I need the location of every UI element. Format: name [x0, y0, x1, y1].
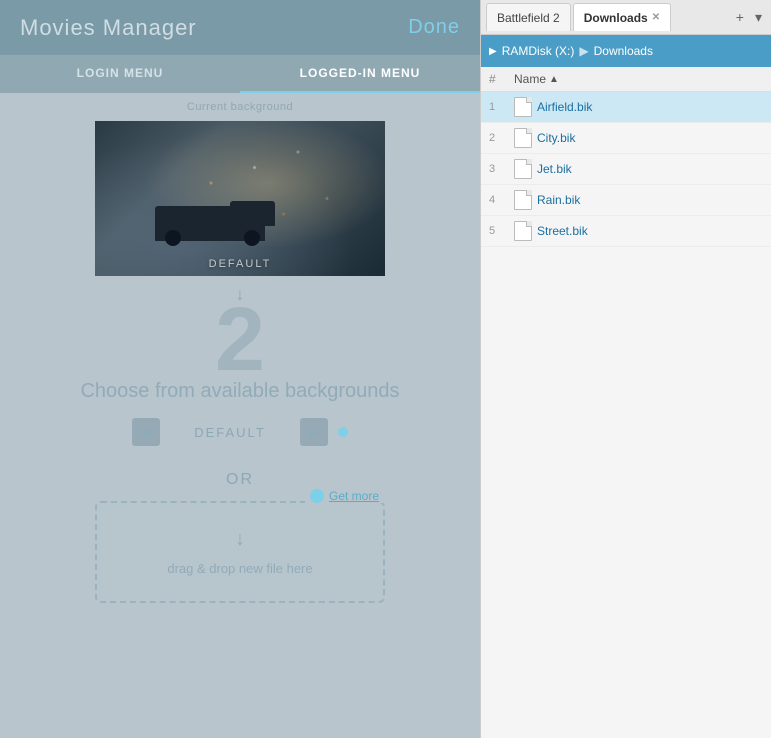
or-divider: OR: [0, 466, 480, 501]
tab-downloads[interactable]: Downloads ✕: [573, 3, 671, 31]
tab-downloads-label: Downloads: [584, 11, 648, 25]
new-tab-button[interactable]: +: [732, 7, 748, 27]
file-row-num: 5: [489, 225, 514, 237]
tab-login-menu[interactable]: LOGIN MENU: [0, 55, 240, 93]
file-list-item[interactable]: 1 Airfield.bik: [481, 92, 771, 123]
file-list-item[interactable]: 4 Rain.bik: [481, 185, 771, 216]
preview-label: DEFAULT: [209, 258, 272, 276]
tab-action-buttons: + ▾: [732, 7, 766, 28]
slider-current-label: DEFAULT: [170, 425, 290, 440]
file-list-item[interactable]: 2 City.bik: [481, 123, 771, 154]
tab-logged-in-menu[interactable]: LOGGED-IN MENU: [240, 55, 480, 93]
breadcrumb-expand-icon[interactable]: ▶: [489, 46, 497, 57]
file-list-item[interactable]: 5 Street.bik: [481, 216, 771, 247]
tab-dropdown-button[interactable]: ▾: [751, 7, 766, 28]
file-row-num: 2: [489, 132, 514, 144]
file-icon: [514, 221, 532, 241]
tab-battlefield2-label: Battlefield 2: [497, 11, 560, 25]
truck-wheel-rear: [244, 230, 260, 246]
breadcrumb-separator: ▶: [579, 44, 588, 58]
file-tab-row: Battlefield 2 Downloads ✕ + ▾: [481, 0, 771, 35]
file-row-name: Airfield.bik: [537, 100, 763, 114]
file-list-header: # Name ▲: [481, 67, 771, 92]
file-list: 1 Airfield.bik 2 City.bik 3 Jet.bik 4 Ra…: [481, 92, 771, 738]
col-header-name[interactable]: Name ▲: [514, 72, 763, 86]
slider-dot-indicator: [338, 427, 348, 437]
truck-wheel-front: [165, 230, 181, 246]
file-icon: [514, 190, 532, 210]
get-more-button[interactable]: Get more: [305, 489, 384, 503]
menu-tab-bar: LOGIN MENU LOGGED-IN MENU: [0, 55, 480, 93]
choose-background-text: Choose from available backgrounds: [0, 370, 480, 418]
slider-prev-button[interactable]: ◀: [132, 418, 160, 446]
drop-zone[interactable]: Get more ↓ drag & drop new file here: [95, 501, 385, 603]
file-row-name: City.bik: [537, 131, 763, 145]
get-more-label[interactable]: Get more: [329, 489, 379, 503]
breadcrumb-root[interactable]: RAMDisk (X:): [502, 44, 575, 58]
drop-zone-text: drag & drop new file here: [167, 561, 312, 576]
file-icon: [514, 128, 532, 148]
truck-cab: [230, 201, 275, 226]
truck-silhouette: [155, 196, 275, 251]
sort-arrow-icon: ▲: [549, 74, 559, 85]
app-header: Movies Manager Done: [0, 0, 480, 55]
breadcrumb-current-folder[interactable]: Downloads: [594, 44, 653, 58]
file-row-num: 4: [489, 194, 514, 206]
background-slider: ◀ DEFAULT ▶: [0, 418, 480, 466]
tab-battlefield2[interactable]: Battlefield 2: [486, 3, 571, 31]
slider-next-button[interactable]: ▶: [300, 418, 328, 446]
col-name-label: Name: [514, 72, 546, 86]
left-panel: Movies Manager Done LOGIN MENU LOGGED-IN…: [0, 0, 480, 738]
app-title: Movies Manager: [20, 15, 197, 41]
background-preview: DEFAULT: [95, 121, 385, 276]
drop-arrow-icon: ↓: [235, 528, 245, 551]
current-bg-label: Current background: [0, 93, 480, 121]
file-list-item[interactable]: 3 Jet.bik: [481, 154, 771, 185]
file-row-num: 3: [489, 163, 514, 175]
file-icon: [514, 159, 532, 179]
done-button[interactable]: Done: [408, 16, 460, 39]
file-row-name: Jet.bik: [537, 162, 763, 176]
breadcrumb-row: ▶ RAMDisk (X:) ▶ Downloads: [481, 35, 771, 67]
file-row-num: 1: [489, 101, 514, 113]
file-row-name: Rain.bik: [537, 193, 763, 207]
get-more-dot: [310, 489, 324, 503]
file-row-name: Street.bik: [537, 224, 763, 238]
close-tab-icon[interactable]: ✕: [652, 12, 660, 23]
file-icon: [514, 97, 532, 117]
right-panel-file-browser: Battlefield 2 Downloads ✕ + ▾ ▶ RAMDisk …: [480, 0, 771, 738]
col-header-num: #: [489, 72, 514, 86]
